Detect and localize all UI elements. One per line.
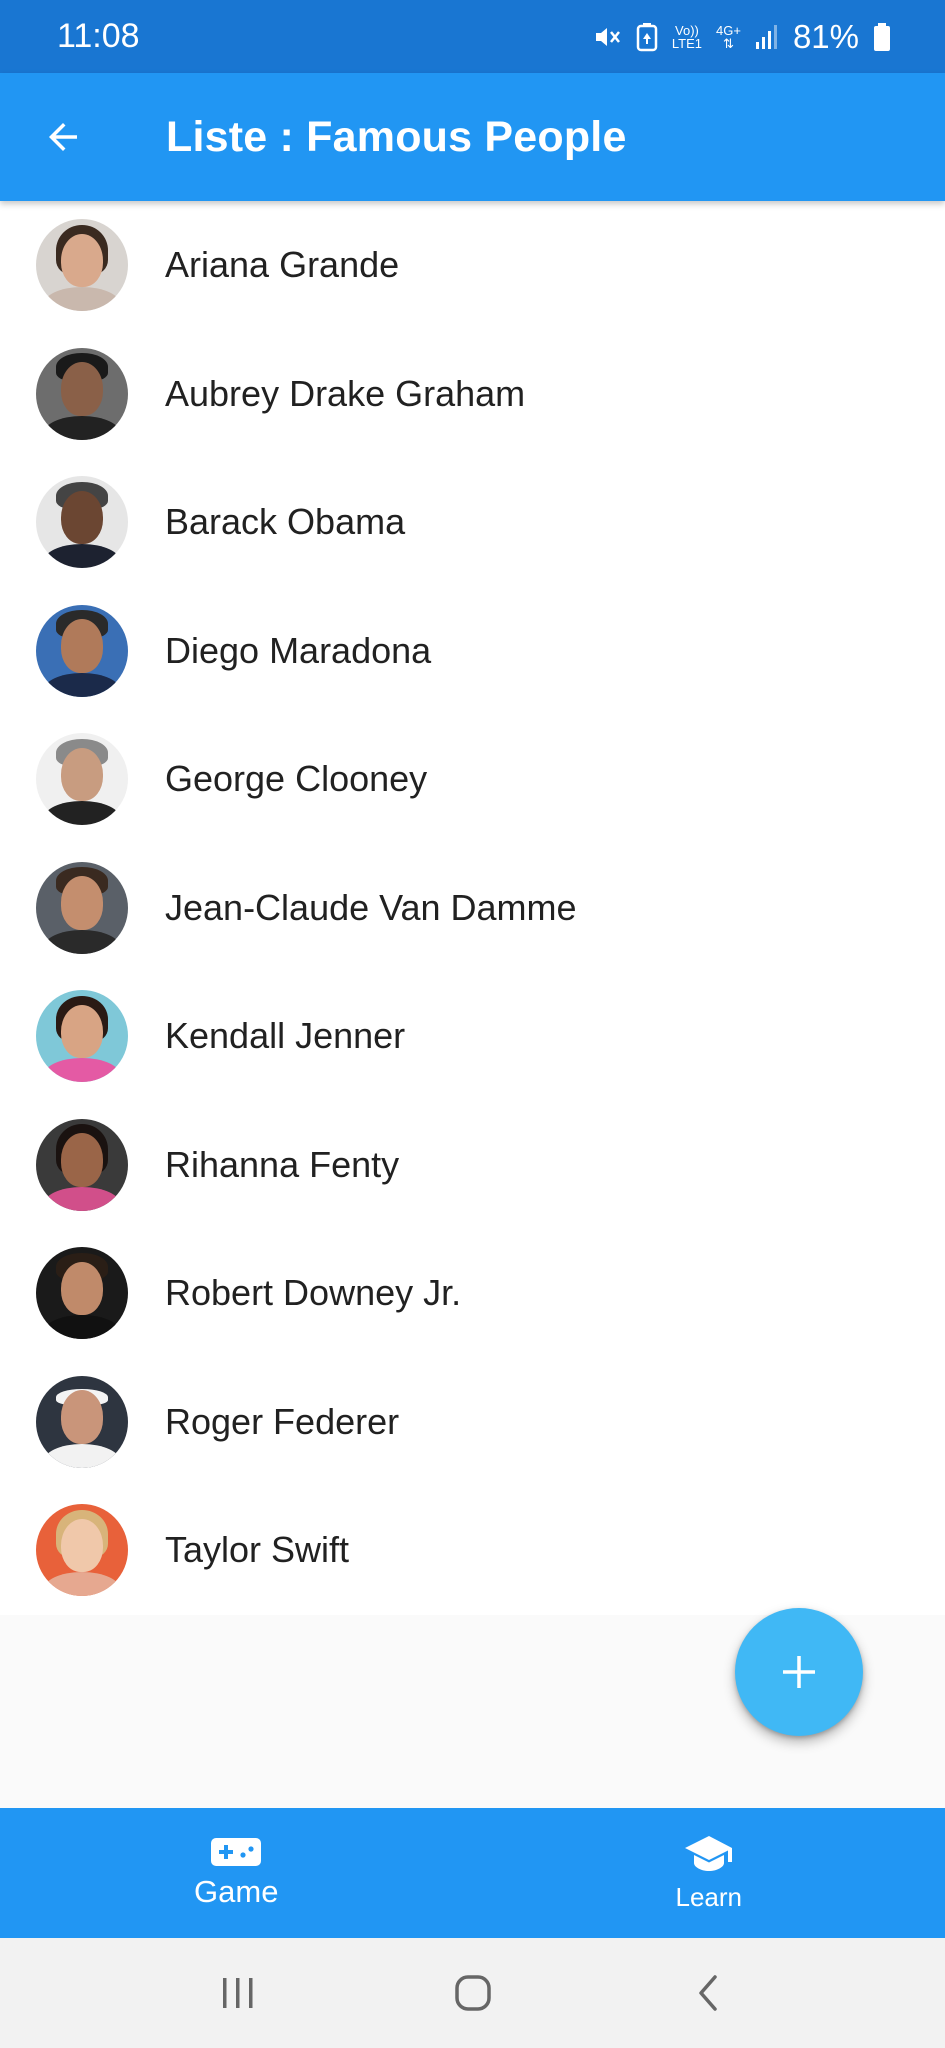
home-button[interactable] bbox=[428, 1948, 518, 2038]
list-item-robert-downey-jr[interactable]: Robert Downey Jr. bbox=[0, 1229, 945, 1358]
battery-saver-icon bbox=[636, 22, 658, 52]
list-item-diego-maradona[interactable]: Diego Maradona bbox=[0, 587, 945, 716]
nav-label-learn: Learn bbox=[675, 1881, 743, 1912]
recent-apps-icon bbox=[222, 1978, 252, 2008]
data-arrows: ⇅ bbox=[723, 35, 734, 51]
person-name: Roger Federer bbox=[165, 1400, 400, 1442]
avatar bbox=[36, 1247, 128, 1340]
person-name: Ariana Grande bbox=[165, 244, 400, 286]
system-navigation-bar bbox=[0, 1938, 945, 2048]
list-item-barack-obama[interactable]: Barack Obama bbox=[0, 458, 945, 587]
nav-item-game[interactable]: Game bbox=[0, 1808, 473, 1938]
person-name: Rihanna Fenty bbox=[165, 1143, 400, 1185]
list-item-taylor-swift[interactable]: Taylor Swift bbox=[0, 1486, 945, 1615]
add-person-button[interactable] bbox=[735, 1608, 863, 1736]
person-name: Barack Obama bbox=[165, 501, 406, 543]
list-item-george-clooney[interactable]: George Clooney bbox=[0, 715, 945, 844]
avatar bbox=[36, 219, 128, 312]
list-item-ariana-grande[interactable]: Ariana Grande bbox=[0, 201, 945, 330]
person-name: Aubrey Drake Graham bbox=[165, 372, 526, 414]
list-item-rihanna-fenty[interactable]: Rihanna Fenty bbox=[0, 1101, 945, 1230]
person-name: George Clooney bbox=[165, 758, 428, 800]
people-list: Ariana Grande Aubrey Drake Graham Barack… bbox=[0, 201, 945, 1615]
arrow-back-icon bbox=[48, 123, 77, 151]
signal-icon bbox=[755, 24, 779, 50]
avatar bbox=[36, 733, 128, 826]
volte-label-bottom: LTE1 bbox=[671, 35, 702, 51]
school-icon bbox=[684, 1835, 732, 1871]
plus-icon bbox=[783, 1656, 815, 1688]
app-bar: Liste : Famous People bbox=[0, 73, 945, 201]
avatar bbox=[36, 861, 128, 954]
person-name: Kendall Jenner bbox=[165, 1015, 406, 1057]
avatar bbox=[36, 604, 128, 697]
data-4g-icon: 4G+ ⇅ bbox=[716, 24, 741, 50]
status-icons: Vo)) LTE1 4G+ ⇅ 81% bbox=[592, 18, 891, 56]
avatar bbox=[36, 476, 128, 569]
list-item-kendall-jenner[interactable]: Kendall Jenner bbox=[0, 972, 945, 1101]
mute-vibrate-icon bbox=[592, 22, 622, 52]
chevron-left-icon bbox=[698, 1975, 717, 2011]
system-back-button[interactable] bbox=[663, 1948, 753, 2038]
person-name: Taylor Swift bbox=[165, 1529, 350, 1571]
screen: 11:08 Vo)) LTE1 4G+ ⇅ 81% Liste: Famous… bbox=[0, 0, 945, 2048]
avatar bbox=[36, 1375, 128, 1468]
battery-percent: 81% bbox=[792, 17, 859, 55]
bottom-navigation: Game Learn bbox=[0, 1808, 945, 1938]
volte-label-top: Vo)) bbox=[675, 22, 699, 38]
list-item-aubrey-drake-graham[interactable]: Aubrey Drake Graham bbox=[0, 330, 945, 459]
page-title: Liste : Famous People bbox=[166, 112, 627, 161]
avatar bbox=[36, 1504, 128, 1597]
status-bar: 11:08 Vo)) LTE1 4G+ ⇅ 81% bbox=[0, 0, 945, 73]
battery-icon bbox=[873, 22, 891, 52]
list-item-roger-federer[interactable]: Roger Federer bbox=[0, 1358, 945, 1487]
back-button[interactable] bbox=[0, 73, 130, 201]
avatar bbox=[36, 990, 128, 1083]
avatar bbox=[36, 1118, 128, 1211]
network-type-label: 4G+ bbox=[716, 22, 741, 38]
person-name: Robert Downey Jr. bbox=[165, 1272, 462, 1314]
status-time: 11:08 bbox=[57, 17, 140, 55]
home-icon bbox=[454, 1975, 491, 2011]
avatar bbox=[36, 347, 128, 440]
nav-item-learn[interactable]: Learn bbox=[473, 1808, 945, 1938]
nav-label-game: Game bbox=[194, 1874, 279, 1909]
volte-icon: Vo)) LTE1 bbox=[672, 24, 702, 50]
gamepad-icon bbox=[211, 1838, 262, 1866]
person-name: Jean-Claude Van Damme bbox=[165, 886, 577, 928]
list-item-jean-claude-van-damme[interactable]: Jean-Claude Van Damme bbox=[0, 844, 945, 973]
recent-apps-button[interactable] bbox=[193, 1948, 283, 2038]
person-name: Diego Maradona bbox=[165, 629, 432, 671]
